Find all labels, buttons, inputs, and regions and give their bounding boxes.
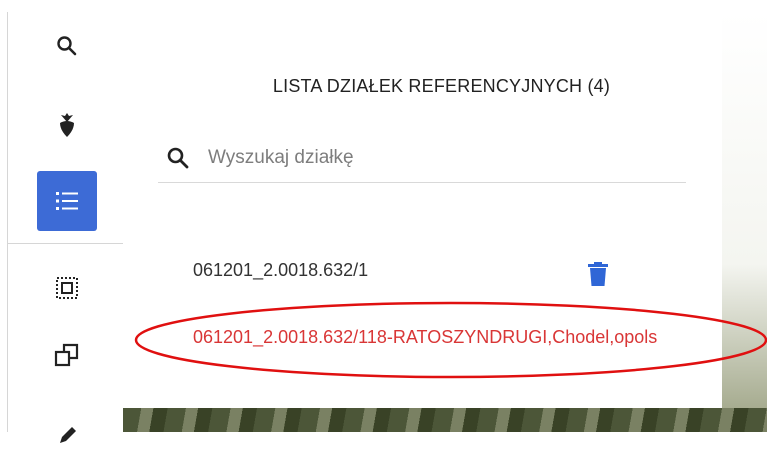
sidebar-copy-button[interactable] bbox=[37, 325, 97, 385]
select-box-icon bbox=[56, 277, 78, 299]
search-icon bbox=[57, 36, 77, 56]
search-input[interactable] bbox=[206, 142, 680, 174]
map-edge bbox=[722, 12, 767, 432]
sidebar-section-divider bbox=[8, 243, 123, 244]
pencil-icon bbox=[60, 427, 76, 443]
panel-title: LISTA DZIAŁEK REFERENCYJNYCH (4) bbox=[272, 76, 611, 96]
reference-parcels-panel: LISTA DZIAŁEK REFERENCYJNYCH (4) 061201_… bbox=[123, 12, 722, 408]
map-imagery-bottom bbox=[123, 408, 767, 432]
sidebar-list-button[interactable] bbox=[37, 171, 97, 231]
sidebar-select-area-button[interactable] bbox=[37, 258, 97, 318]
sidebar-search-button[interactable] bbox=[37, 16, 97, 76]
sidebar-edit-button[interactable] bbox=[37, 404, 97, 464]
parcel-item-1[interactable]: 061201_2.0018.632/1 bbox=[193, 260, 368, 281]
parcel-item-2[interactable]: 061201_2.0018.632/118-RATOSZYNDRUGI,Chod… bbox=[193, 327, 722, 348]
beet-icon bbox=[60, 113, 74, 137]
parcel-search bbox=[158, 140, 686, 183]
sidebar-crops-button[interactable] bbox=[37, 96, 97, 156]
search-icon bbox=[166, 146, 190, 175]
trash-icon[interactable] bbox=[588, 262, 608, 291]
copy-icon bbox=[54, 343, 79, 367]
list-icon bbox=[56, 192, 78, 210]
sidebar bbox=[0, 0, 123, 443]
sidebar-divider bbox=[7, 12, 8, 432]
